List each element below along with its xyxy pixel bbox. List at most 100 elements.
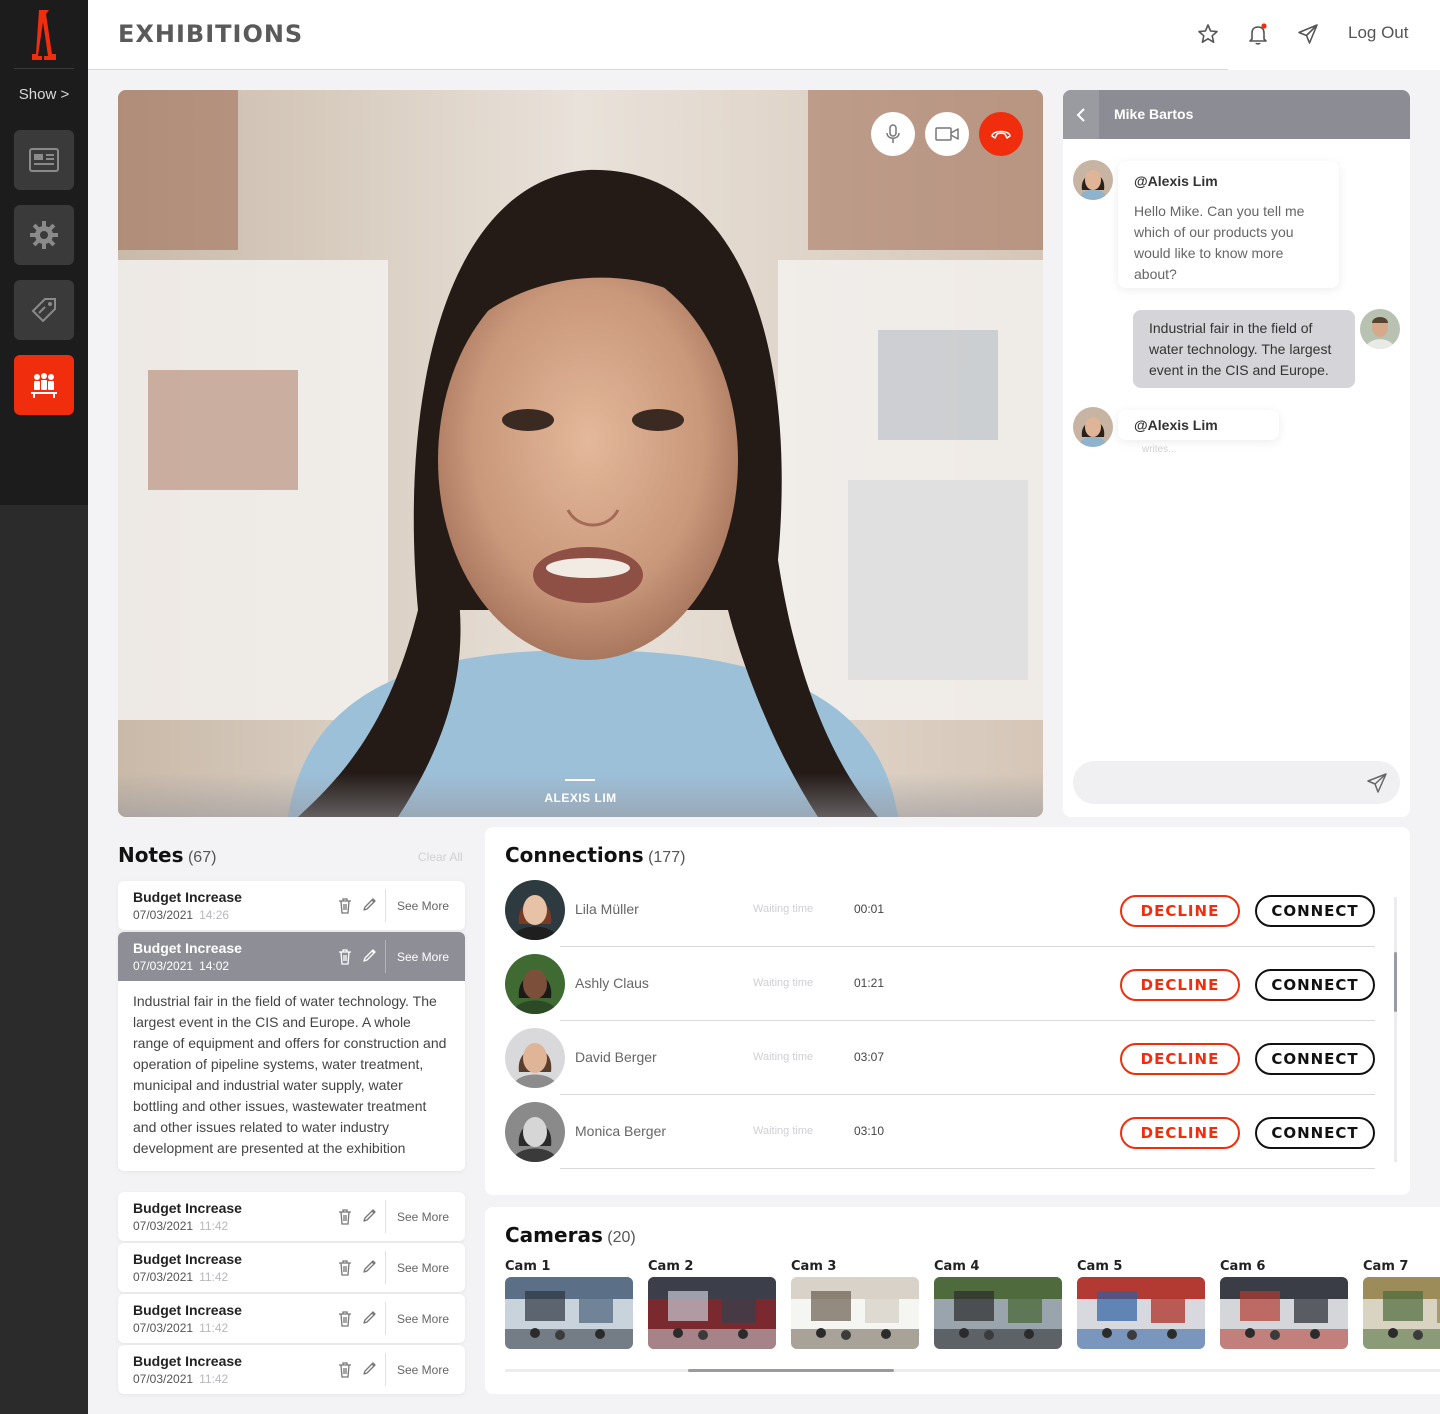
- connections-scrollbar[interactable]: [1394, 897, 1397, 1162]
- note-card[interactable]: Budget Increase 07/03/2021 11:42 See More: [118, 1192, 465, 1241]
- camera-feed[interactable]: Cam 2: [648, 1259, 776, 1349]
- chat-back-button[interactable]: [1063, 90, 1099, 139]
- sidebar-item-tags[interactable]: [14, 280, 74, 340]
- camera-thumbnail[interactable]: [791, 1277, 919, 1349]
- see-more-button[interactable]: See More: [397, 1363, 449, 1377]
- connect-button[interactable]: CONNECT: [1255, 895, 1375, 927]
- note-card[interactable]: Budget Increase 07/03/2021 14:26 See More: [118, 881, 465, 930]
- note-date: 07/03/2021 11:42: [133, 1219, 228, 1233]
- message-text: Industrial fair in the field of water te…: [1149, 320, 1332, 378]
- waiting-time-value: 03:07: [854, 1050, 885, 1064]
- note-card[interactable]: Budget Increase 07/03/2021 11:42 See More: [118, 1345, 465, 1394]
- video-footer: ALEXIS LIM: [118, 773, 1043, 817]
- see-more-button[interactable]: See More: [397, 1210, 449, 1224]
- camera-thumbnail[interactable]: [1220, 1277, 1348, 1349]
- microphone-icon: [886, 124, 900, 143]
- note-header[interactable]: Budget Increase 07/03/2021 11:42 See More: [118, 1345, 465, 1394]
- notes-count: (67): [187, 849, 217, 866]
- pencil-icon[interactable]: [361, 897, 377, 913]
- see-more-button[interactable]: See More: [397, 950, 449, 964]
- typing-author: @Alexis Lim: [1134, 417, 1218, 433]
- connect-button[interactable]: CONNECT: [1255, 1117, 1375, 1149]
- bell-icon[interactable]: [1246, 22, 1270, 46]
- trash-icon[interactable]: [337, 897, 353, 914]
- brand-logo[interactable]: [30, 8, 58, 62]
- decline-button[interactable]: DECLINE: [1120, 969, 1240, 1001]
- note-card-expanded[interactable]: Budget Increase 07/03/2021 14:02 See More In…: [118, 932, 465, 1171]
- note-time: 14:02: [199, 959, 230, 973]
- video-drag-handle[interactable]: [565, 779, 595, 781]
- camera-thumbnail[interactable]: [648, 1277, 776, 1349]
- pencil-icon[interactable]: [361, 1208, 377, 1224]
- camera-thumbnail[interactable]: [934, 1277, 1062, 1349]
- avatar: [505, 880, 565, 940]
- pencil-icon[interactable]: [361, 948, 377, 964]
- note-date-value: 07/03/2021: [133, 908, 194, 922]
- note-header[interactable]: Budget Increase 07/03/2021 14:26 See More: [118, 881, 465, 930]
- pencil-icon[interactable]: [361, 1310, 377, 1326]
- send-icon[interactable]: [1296, 22, 1320, 46]
- sidebar-item-exhibitions[interactable]: [14, 355, 74, 415]
- clear-all-notes-button[interactable]: Clear All: [418, 850, 463, 864]
- sidebar-item-news[interactable]: [14, 130, 74, 190]
- star-icon[interactable]: [1196, 22, 1220, 46]
- decline-button[interactable]: DECLINE: [1120, 1117, 1240, 1149]
- camera-feed[interactable]: Cam 3: [791, 1259, 919, 1349]
- send-icon[interactable]: [1366, 772, 1388, 794]
- note-header[interactable]: Budget Increase 07/03/2021 11:42 See More: [118, 1243, 465, 1292]
- note-title: Budget Increase: [133, 1251, 242, 1267]
- note-divider: [385, 1251, 386, 1284]
- note-card[interactable]: Budget Increase 07/03/2021 11:42 See More: [118, 1243, 465, 1292]
- trash-icon[interactable]: [337, 1208, 353, 1225]
- logout-button[interactable]: Log Out: [1348, 23, 1409, 43]
- mute-button[interactable]: [871, 112, 915, 156]
- sidebar: Show >: [0, 0, 88, 1414]
- decline-button[interactable]: DECLINE: [1120, 895, 1240, 927]
- cameras-scrollbar[interactable]: [505, 1369, 1440, 1372]
- chat-message-input[interactable]: [1089, 761, 1359, 804]
- trash-icon[interactable]: [337, 1361, 353, 1378]
- connection-row: Lila Müller Waiting time 00:01 DECLINE CONNE…: [505, 873, 1375, 947]
- trash-icon[interactable]: [337, 1259, 353, 1276]
- camera-feed[interactable]: Cam 1: [505, 1259, 633, 1349]
- hang-up-button[interactable]: [979, 112, 1023, 156]
- video-camera-icon: [935, 127, 959, 141]
- sidebar-item-settings[interactable]: [14, 205, 74, 265]
- cameras-heading: Cameras (20): [505, 1223, 636, 1247]
- connection-name: David Berger: [575, 1049, 657, 1065]
- pencil-icon[interactable]: [361, 1361, 377, 1377]
- message-text: Hello Mike. Can you tell me which of our…: [1134, 203, 1305, 282]
- camera-feed[interactable]: Cam 7: [1363, 1259, 1440, 1349]
- connect-button[interactable]: CONNECT: [1255, 1043, 1375, 1075]
- note-header[interactable]: Budget Increase 07/03/2021 11:42 See More: [118, 1294, 465, 1343]
- cameras-scrollbar-thumb[interactable]: [688, 1369, 894, 1372]
- camera-feed[interactable]: Cam 5: [1077, 1259, 1205, 1349]
- camera-feed[interactable]: Cam 4: [934, 1259, 1062, 1349]
- cameras-title: Cameras: [505, 1223, 603, 1247]
- waiting-time-value: 00:01: [854, 902, 885, 916]
- decline-button[interactable]: DECLINE: [1120, 1043, 1240, 1075]
- camera-toggle-button[interactable]: [925, 112, 969, 156]
- pencil-icon[interactable]: [361, 1259, 377, 1275]
- camera-thumbnail[interactable]: [505, 1277, 633, 1349]
- notes-title: Notes: [118, 843, 184, 867]
- camera-thumbnail[interactable]: [1363, 1277, 1440, 1349]
- trash-icon[interactable]: [337, 1310, 353, 1327]
- trash-icon[interactable]: [337, 948, 353, 965]
- camera-label: Cam 4: [934, 1259, 980, 1274]
- see-more-button[interactable]: See More: [397, 1312, 449, 1326]
- note-card[interactable]: Budget Increase 07/03/2021 11:42 See More: [118, 1294, 465, 1343]
- see-more-button[interactable]: See More: [397, 899, 449, 913]
- note-header[interactable]: Budget Increase 07/03/2021 11:42 See More: [118, 1192, 465, 1241]
- camera-thumbnail[interactable]: [1077, 1277, 1205, 1349]
- connect-button[interactable]: CONNECT: [1255, 969, 1375, 1001]
- note-divider: [385, 1353, 386, 1386]
- see-more-button[interactable]: See More: [397, 1261, 449, 1275]
- show-menu-link[interactable]: Show >: [0, 86, 88, 103]
- video-call: ALEXIS LIM: [118, 90, 1043, 817]
- note-header[interactable]: Budget Increase 07/03/2021 14:02 See More: [118, 932, 465, 981]
- note-divider: [385, 1200, 386, 1233]
- camera-feed[interactable]: Cam 6: [1220, 1259, 1348, 1349]
- camera-label: Cam 5: [1077, 1259, 1123, 1274]
- connections-scrollbar-thumb[interactable]: [1394, 952, 1397, 1012]
